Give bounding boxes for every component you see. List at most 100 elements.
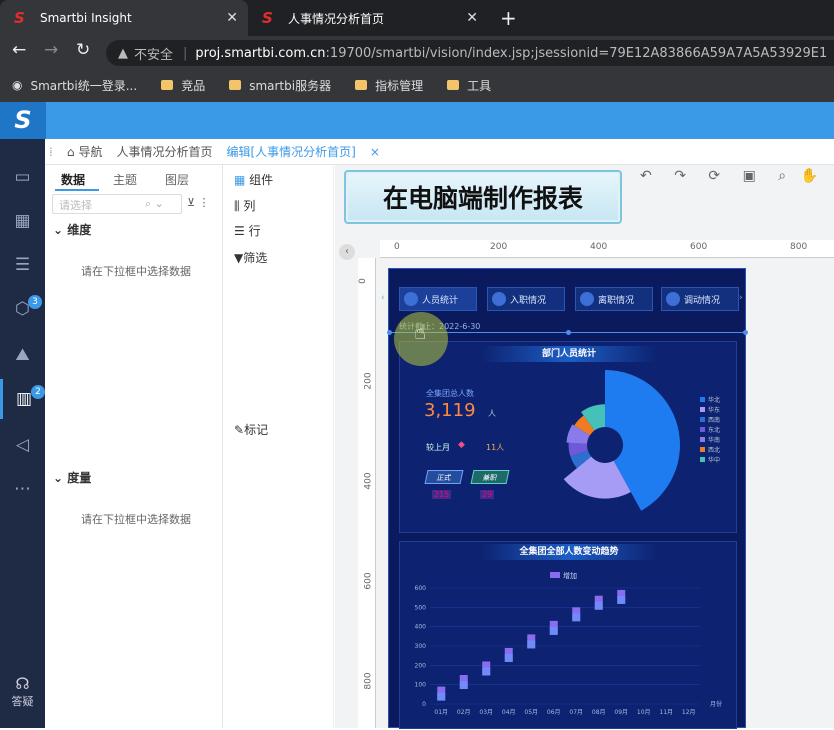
legend-item[interactable]: 东北 [700, 426, 720, 434]
bookmark-smartbi-login[interactable]: ◉ Smartbi统一登录... [12, 77, 137, 94]
legend-swatch [700, 417, 705, 422]
tab-title: 人事情况分析首页 [288, 11, 385, 26]
send-icon[interactable]: ◁ [0, 425, 45, 465]
x-tick-label: 08月 [592, 709, 606, 716]
marks-item[interactable]: ✎标记 [234, 421, 268, 438]
reload-icon[interactable]: ↻ [76, 40, 90, 60]
scroll-right-icon[interactable]: › [739, 293, 743, 303]
legend-item[interactable]: 西南 [700, 416, 720, 424]
left-nav: ▭ ▦ ☰ ⬡ 3 ⛰ ▥ 2 ◁ ⋯ [0, 139, 45, 728]
bookmark-folder[interactable]: 工具 [447, 77, 491, 94]
undo-icon[interactable]: ↶ [640, 168, 652, 184]
forward-icon[interactable]: → [44, 40, 58, 60]
tab-layers[interactable]: 图层 [165, 171, 189, 188]
folder-icon [355, 80, 368, 90]
legend-item[interactable]: 华东 [700, 406, 720, 414]
tag-parttime: 兼职 [470, 470, 510, 484]
more-icon[interactable]: ⋯ [0, 469, 45, 509]
chart-icon[interactable]: ▥ 2 [0, 379, 45, 419]
legend-swatch [700, 447, 705, 452]
security-label: 不安全 [134, 47, 174, 63]
dimension-header[interactable]: ⌄ 维度 [53, 221, 91, 238]
menu-handle-icon: ⁞ [49, 144, 53, 159]
dimension-hint: 请在下拉框中选择数据 [81, 265, 191, 278]
layers-icon[interactable]: ⛰ [0, 335, 45, 375]
help-button[interactable]: ☊ 答疑 [0, 674, 45, 709]
legend-item[interactable]: 华北 [700, 396, 720, 404]
y-tick-label: 500 [415, 604, 427, 611]
chevron-down-icon: ⌄ [53, 471, 68, 485]
dash-tab-transfer[interactable]: 调动情况 [661, 287, 739, 311]
data-panel: 数据 主题 图层 请选择 ⌕ ⌄ ⊻ ⋮ ⌄ 维度 请在下拉框中选择数据 ⌄ 度… [45, 165, 223, 728]
total-unit: 人 [488, 409, 496, 418]
rows-item[interactable]: ☰ 行 [234, 222, 261, 239]
collapse-panel-button[interactable]: ‹ [339, 244, 355, 260]
resize-handle[interactable] [387, 330, 392, 335]
legend-item[interactable]: 华中 [700, 456, 720, 464]
dash-tab-staff[interactable]: 人员统计 [399, 287, 477, 311]
bookmark-label: Smartbi统一登录... [30, 78, 138, 93]
close-tab-icon[interactable]: ✕ [466, 10, 478, 26]
components-label: 组件 [249, 173, 274, 187]
ruler-tick: 0 [394, 242, 400, 252]
y-tick-label: 200 [415, 662, 427, 669]
y-tick-label: 400 [415, 624, 427, 631]
back-icon[interactable]: ← [12, 40, 26, 60]
legend-item[interactable]: 西北 [700, 446, 721, 454]
close-tab-icon[interactable]: ✕ [226, 10, 238, 26]
ruler-tick: 200 [490, 242, 508, 252]
dash-tab-label: 入职情况 [510, 295, 547, 306]
tab-data[interactable]: 数据 [61, 171, 85, 188]
rows-icon: ☰ [234, 224, 249, 238]
trend-panel: 全集团全部人数变动趋势 增加 0 100 200 300 400 500 600 01月 02月 0… [399, 541, 737, 729]
filter-icon[interactable]: ⊻ ⋮ [187, 196, 210, 209]
grid-icon[interactable]: ▦ [0, 201, 45, 241]
home-icon[interactable]: ⌂ [67, 145, 75, 159]
dash-tab-label: 离职情况 [598, 295, 635, 306]
legend-label: 西北 [708, 447, 721, 454]
save-icon[interactable]: ▣ [743, 168, 756, 184]
hand-icon[interactable]: ✋ [801, 168, 818, 184]
bookmark-folder[interactable]: 竞品 [161, 77, 205, 94]
total-value: 3,119 [424, 400, 476, 421]
y-tick-label: 100 [415, 682, 427, 689]
bookmark-folder[interactable]: smartbi服务器 [229, 77, 331, 94]
browser-tab-smartbi[interactable]: S Smartbi Insight ✕ [0, 0, 248, 36]
x-tick-label: 05月 [524, 709, 538, 716]
dimension-title: 维度 [67, 223, 92, 237]
bookmark-folder[interactable]: 指标管理 [355, 77, 423, 94]
tab-theme[interactable]: 主题 [113, 171, 137, 188]
cube-icon[interactable]: ⬡ 3 [0, 289, 45, 329]
close-icon[interactable]: × [370, 145, 380, 159]
scroll-left-icon[interactable]: ‹ [381, 293, 385, 303]
search-icon[interactable]: ⌕ [778, 168, 786, 184]
search-icon[interactable]: ⌕ ⌄ [145, 197, 164, 211]
breadcrumb-nav[interactable]: 导航 [78, 143, 102, 160]
filter-item[interactable]: ▼筛选 [234, 249, 267, 266]
ruler-tick: 600 [690, 242, 708, 252]
refresh-icon[interactable]: ⟳ [708, 168, 720, 184]
redo-icon[interactable]: ↷ [674, 168, 686, 184]
breadcrumb-page[interactable]: 人事情况分析首页 [116, 143, 212, 160]
monitor-icon[interactable]: ▭ [0, 157, 45, 197]
new-tab-button[interactable]: + [500, 6, 517, 30]
columns-item[interactable]: ⫼ 列 [234, 197, 255, 214]
url-bar[interactable]: ▲ 不安全 | proj.smartbi.com.cn :19700/smart… [106, 40, 834, 66]
legend-label: 华南 [708, 437, 721, 444]
dash-tab-onboard[interactable]: 入职情况 [487, 287, 565, 311]
resize-handle[interactable] [566, 330, 571, 335]
database-icon[interactable]: ☰ [0, 245, 45, 285]
person-icon [580, 292, 594, 306]
folder-icon [161, 80, 174, 90]
breadcrumb-edit[interactable]: 编辑[人事情况分析首页] [226, 143, 355, 160]
browser-tab-hr[interactable]: S 人事情况分析首页 ✕ [248, 0, 488, 36]
components-item[interactable]: ▦ 组件 [234, 171, 273, 188]
measure-header[interactable]: ⌄ 度量 [53, 469, 91, 486]
smartbi-logo[interactable]: S [0, 102, 46, 139]
legend-swatch [700, 427, 705, 432]
legend-item[interactable]: 华南 [700, 436, 721, 444]
bookmark-label: 竞品 [181, 78, 206, 93]
dept-stats-panel: 部门人员统计 全集团总人数 3,119 人 较上月 ◆ 11人 正式 兼职 21… [399, 341, 737, 533]
dash-tab-resign[interactable]: 离职情况 [575, 287, 653, 311]
resize-handle[interactable] [743, 330, 748, 335]
